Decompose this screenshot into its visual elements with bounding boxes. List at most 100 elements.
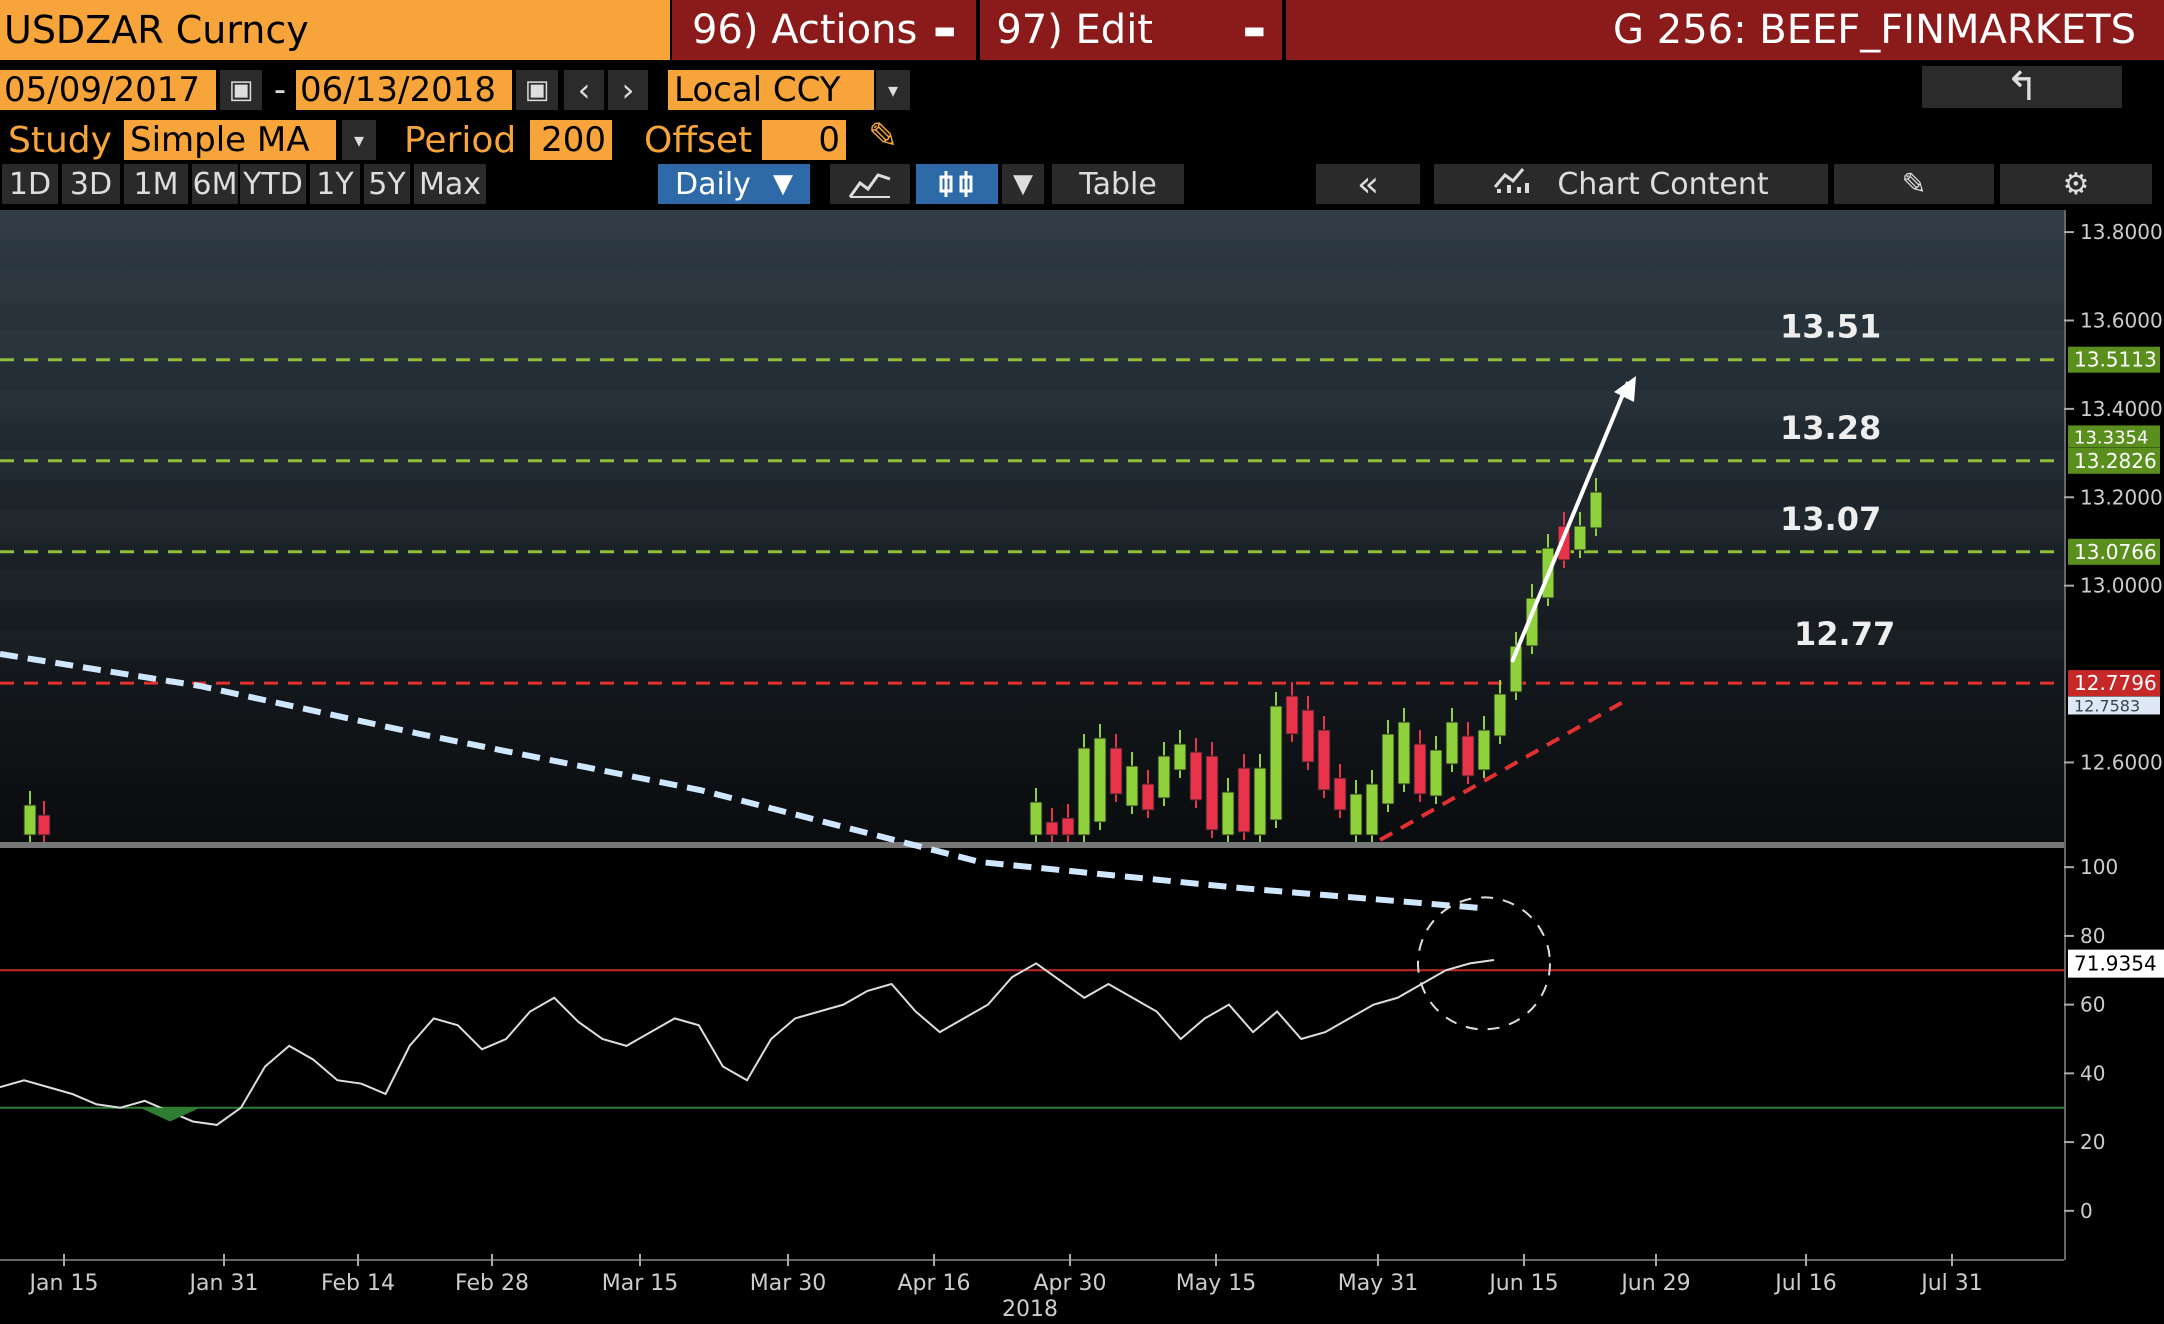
annotate-icon[interactable]: ✎ <box>1834 164 1994 204</box>
band <box>0 390 2064 420</box>
highlight-circle <box>1417 896 1551 1031</box>
band <box>0 330 2064 360</box>
offset-input[interactable]: 0 <box>762 120 846 160</box>
edit-menu[interactable]: 97) Edit ▬ <box>980 0 1282 60</box>
candle-body <box>1493 693 1507 737</box>
x-tick-label: May 15 <box>1176 1271 1256 1296</box>
osc-y-tick-label: 80 <box>2080 924 2105 948</box>
x-tick-label: Jan 31 <box>188 1271 259 1296</box>
x-tick-label: Jun 15 <box>1487 1271 1558 1296</box>
calendar-icon[interactable]: ▣ <box>220 70 262 110</box>
y-tick-label: 13.8000 <box>2080 220 2163 244</box>
y-axis-line <box>2064 210 2066 1260</box>
y-tick-label: 13.6000 <box>2080 308 2163 332</box>
actions-menu[interactable]: 96) Actions ▬ <box>672 0 976 60</box>
candle-body <box>1221 791 1235 836</box>
candle-body <box>1349 793 1363 836</box>
panel-divider <box>0 842 2064 848</box>
level-label: 12.77 <box>1794 615 1895 653</box>
period-button-max[interactable]: Max <box>414 164 486 204</box>
candle-body <box>23 804 37 836</box>
candle-body <box>1461 735 1475 777</box>
range-separator: - <box>273 70 287 110</box>
candle-body <box>1125 765 1139 807</box>
band <box>0 630 2064 660</box>
candle-body <box>1589 491 1603 529</box>
level-tag-label: 12.7796 <box>2074 671 2157 695</box>
page-title: G 256: BEEF_FINMARKETS <box>1286 0 2164 60</box>
band <box>0 570 2064 600</box>
candle-body <box>1317 729 1331 791</box>
currency-select[interactable]: Local CCY <box>668 70 874 110</box>
period-button-1m[interactable]: 1M <box>124 164 188 204</box>
pencil-icon[interactable]: ✎ <box>868 116 912 160</box>
frequency-label: Daily <box>675 166 751 202</box>
chart-content-label: Chart Content <box>1557 166 1769 202</box>
line-chart-icon[interactable] <box>830 164 910 204</box>
ticker-field[interactable]: USDZAR Curncy <box>0 0 670 60</box>
period-input[interactable]: 200 <box>530 120 612 160</box>
osc-y-tick-label: 100 <box>2080 855 2118 879</box>
calendar-icon[interactable]: ▣ <box>516 70 558 110</box>
y-tick-label: 13.0000 <box>2080 574 2163 598</box>
chart-content-icon <box>1493 165 1533 203</box>
back-arrow-button[interactable]: ↰ <box>1922 64 2122 110</box>
next-range-button[interactable]: › <box>608 70 648 110</box>
candle-body <box>1189 751 1203 801</box>
year-label: 2018 <box>1002 1297 1058 1322</box>
start-date-value: 05/09/2017 <box>4 70 200 110</box>
candle-body <box>1365 783 1379 836</box>
candle-body <box>1205 755 1219 831</box>
table-label: Table <box>1079 166 1157 202</box>
price-chart[interactable]: 13.8000 13.6000 13.4000 13.2000 13.0000 12.60… <box>0 210 2164 1324</box>
chart-content-button[interactable]: Chart Content <box>1434 164 1828 204</box>
prev-range-button[interactable]: ‹ <box>564 70 604 110</box>
currency-value: Local CCY <box>674 70 841 110</box>
x-tick-label: Jul 16 <box>1773 1271 1837 1296</box>
chevron-down-icon: ▬ <box>933 16 957 44</box>
start-date-input[interactable]: 05/09/2017 <box>0 70 216 110</box>
period-button-1d[interactable]: 1D <box>2 164 58 204</box>
actions-label: 96) Actions <box>691 7 918 53</box>
osc-y-tick-label: 0 <box>2080 1199 2093 1223</box>
collapse-icon[interactable]: « <box>1316 164 1420 205</box>
osc-y-tick-label: 20 <box>2080 1130 2105 1154</box>
y-tick-label: 13.2000 <box>2080 485 2163 509</box>
candle-body <box>1029 801 1043 836</box>
frequency-select[interactable]: Daily ▼ <box>658 164 810 204</box>
chevron-down-icon[interactable]: ▾ <box>876 70 910 110</box>
candle-body <box>1573 525 1587 551</box>
end-date-input[interactable]: 06/13/2018 <box>296 70 512 110</box>
period-button-1y[interactable]: 1Y <box>310 164 360 204</box>
candle-body <box>1269 705 1283 821</box>
offset-value: 0 <box>818 120 840 160</box>
edit-label: 97) Edit <box>996 7 1153 53</box>
period-button-ytd[interactable]: YTD <box>240 164 306 204</box>
study-select[interactable]: Simple MA <box>124 120 336 160</box>
candle-body <box>1141 783 1155 811</box>
period-button-6m[interactable]: 6M <box>192 164 238 204</box>
candle-body <box>1157 755 1171 799</box>
period-button-5y[interactable]: 5Y <box>364 164 410 204</box>
candle-body <box>1077 747 1091 836</box>
osc-y-tick-label: 60 <box>2080 993 2105 1017</box>
candle-body <box>1477 729 1491 771</box>
chevron-down-icon[interactable]: ▼ <box>1002 164 1044 204</box>
period-label: Period <box>404 120 517 161</box>
table-button[interactable]: Table <box>1052 164 1184 204</box>
candle-body <box>1061 817 1075 836</box>
candle-body <box>1445 721 1459 765</box>
level-tag-label: 13.0766 <box>2074 540 2157 564</box>
x-tick-label: Jun 29 <box>1619 1271 1690 1296</box>
gear-icon[interactable]: ⚙ <box>2000 164 2152 204</box>
level-label: 13.28 <box>1780 409 1881 447</box>
period-button-3d[interactable]: 3D <box>62 164 120 204</box>
candlestick-icon[interactable] <box>916 164 998 204</box>
candle-body <box>1429 749 1443 797</box>
candle-body <box>1333 777 1347 811</box>
chevron-down-icon[interactable]: ▾ <box>342 120 376 160</box>
band <box>0 450 2064 480</box>
x-tick-label: Jan 15 <box>28 1271 99 1296</box>
candle-body <box>1093 737 1107 823</box>
x-tick-label: Feb 28 <box>455 1271 529 1296</box>
